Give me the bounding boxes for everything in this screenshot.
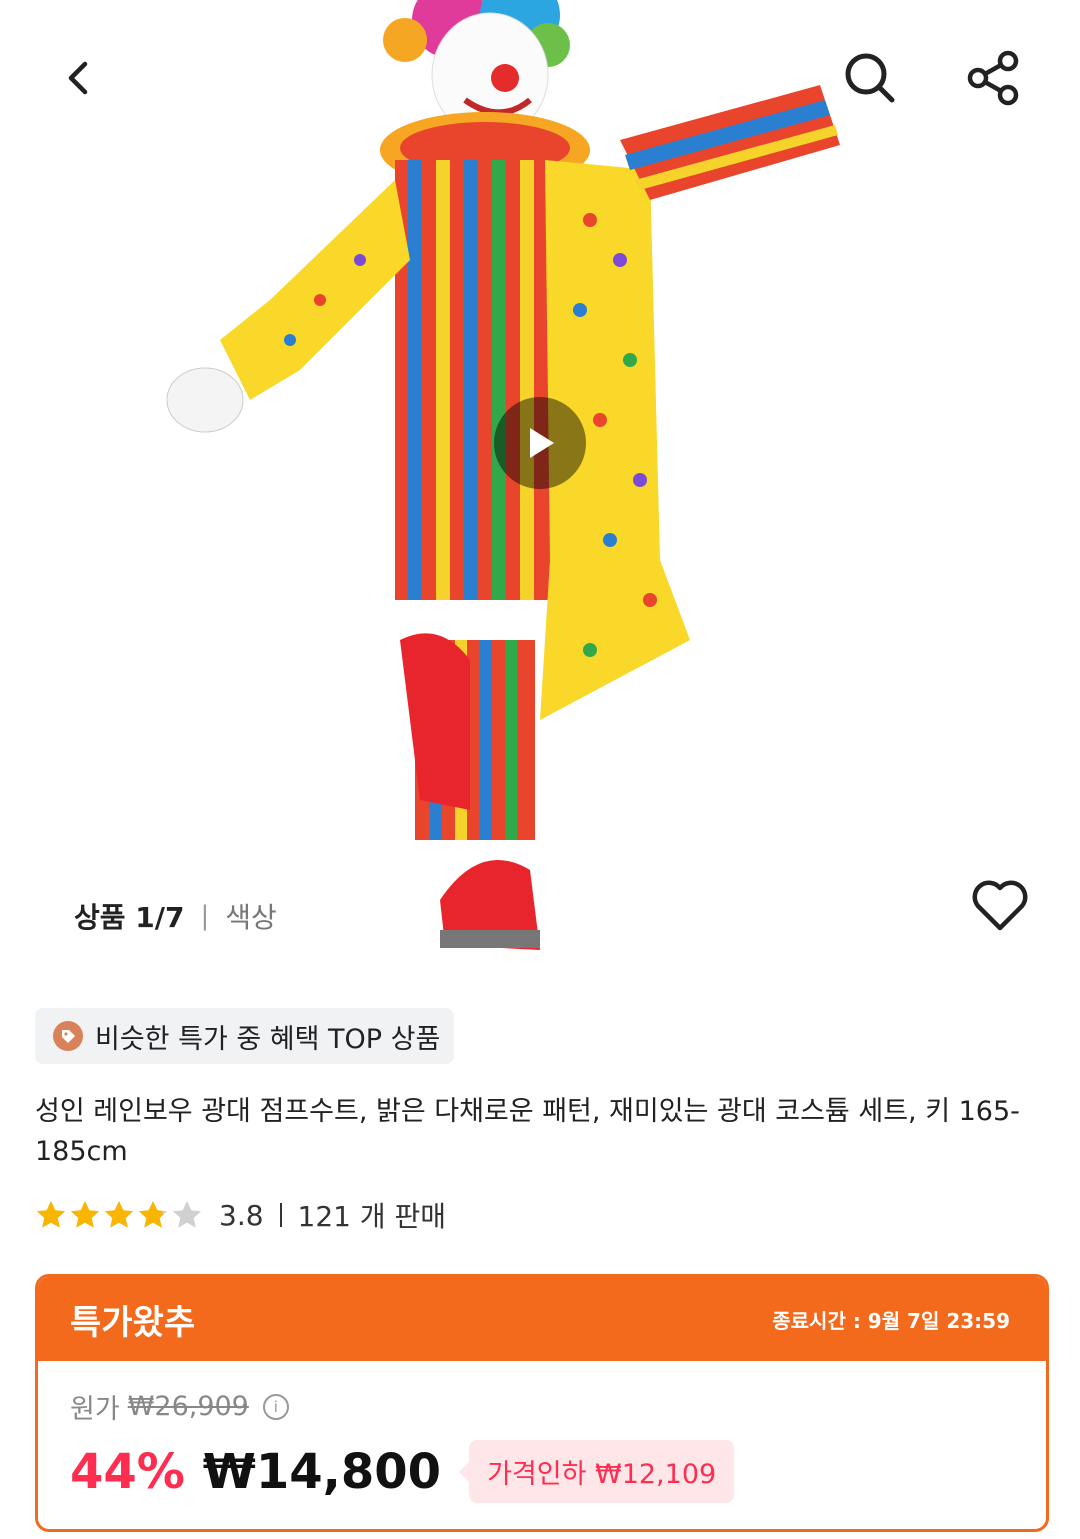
wishlist-button[interactable] — [968, 874, 1032, 938]
deal-end-time: 종료시간 : 9월 7일 23:59 — [772, 1308, 1010, 1333]
price-drop-badge: 가격인하 ₩12,109 — [459, 1440, 735, 1503]
deal-title: 특가왔추 — [70, 1302, 196, 1343]
search-icon — [845, 53, 895, 103]
sale-price: ₩14,800 — [202, 1443, 442, 1500]
image-counter: 상품 1/7 | 색상 — [74, 896, 277, 936]
star-icon — [139, 1201, 167, 1228]
product-title: 성인 레인보우 광대 점프수트, 밝은 다채로운 패턴, 재미있는 광대 코스튬… — [35, 1096, 1020, 1167]
star-icon — [37, 1201, 65, 1228]
deal-card: 특가왔추 종료시간 : 9월 7일 23:59 원가 ₩26,909 i 44%… — [35, 1274, 1049, 1532]
benefit-badge-text: 비슷한 특가 중 혜택 TOP 상품 — [95, 1023, 441, 1055]
search-button[interactable] — [832, 40, 908, 116]
discount-rate: 44% — [70, 1443, 185, 1500]
variant-label[interactable]: 색상 — [225, 896, 277, 936]
rating-divider — [279, 1203, 282, 1227]
play-icon — [530, 428, 554, 458]
product-gallery[interactable]: 상품 1/7 | 색상 — [0, 0, 1080, 965]
info-icon[interactable]: i — [262, 1393, 289, 1420]
star-icon — [105, 1201, 133, 1228]
deal-header: 특가왔추 종료시간 : 9월 7일 23:59 — [38, 1277, 1046, 1361]
original-price-label: 원가 — [70, 1394, 120, 1425]
star-icon — [71, 1201, 99, 1228]
chevron-left-icon — [68, 61, 88, 95]
rating-stars — [35, 1199, 203, 1231]
rating-row[interactable]: 3.8 121 개 판매 — [35, 1193, 446, 1237]
share-button[interactable] — [955, 40, 1031, 116]
image-counter-text: 상품 1/7 — [74, 901, 185, 934]
star-icon — [173, 1201, 201, 1228]
share-icon — [967, 50, 1019, 106]
original-price: ₩26,909 — [127, 1391, 249, 1422]
benefit-badge: 비슷한 특가 중 혜택 TOP 상품 — [35, 1008, 455, 1064]
price-tag-icon — [53, 1021, 83, 1051]
original-price-row: 원가 ₩26,909 i — [70, 1387, 1046, 1426]
heart-icon — [972, 880, 1028, 931]
sold-count: 121 개 판매 — [297, 1200, 447, 1233]
play-video-button[interactable] — [494, 397, 586, 489]
counter-divider: | — [200, 901, 210, 931]
price-row: 44% ₩14,800 가격인하 ₩12,109 — [70, 1440, 1046, 1503]
back-button[interactable] — [40, 40, 116, 116]
deal-body: 원가 ₩26,909 i 44% ₩14,800 가격인하 ₩12,109 — [38, 1361, 1046, 1503]
rating-value: 3.8 — [219, 1198, 264, 1232]
